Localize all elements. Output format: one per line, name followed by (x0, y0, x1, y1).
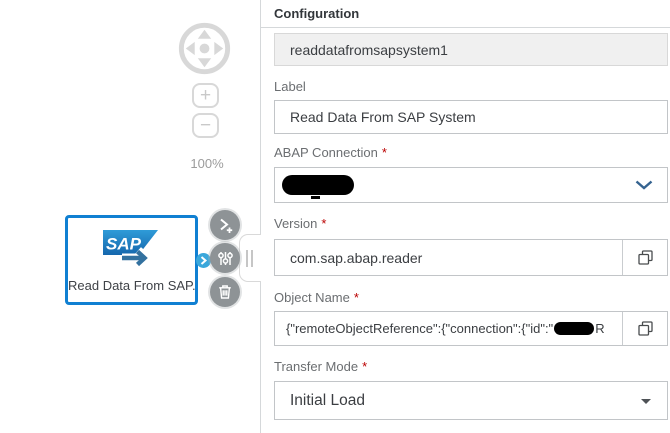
redacted-mark (311, 196, 320, 199)
panel-resize-handle[interactable] (239, 234, 261, 282)
grip-bar (251, 250, 253, 267)
grip-bar (246, 250, 248, 267)
operator-id-field: readdatafromsapsystem1 (274, 33, 668, 66)
copy-version-button[interactable] (622, 240, 667, 275)
output-port[interactable] (196, 253, 211, 268)
dropdown-caret-icon (641, 398, 651, 404)
transfer-mode-select[interactable]: Initial Load (274, 381, 668, 420)
label-field-label: Label (274, 79, 306, 94)
configuration-panel-header: Configuration (261, 0, 670, 28)
zoom-in-button[interactable]: + (192, 83, 219, 108)
abap-connection-label: ABAP Connection * (274, 145, 387, 160)
sap-logo-text: SAP (106, 235, 142, 254)
object-name-suffix: R (595, 321, 605, 336)
label-text: Transfer Mode (274, 359, 359, 374)
transfer-mode-value: Initial Load (290, 391, 365, 409)
required-marker: * (362, 359, 368, 374)
object-name-label: Object Name * (274, 290, 359, 305)
operator-node-read-data-from-sap[interactable]: SAP Read Data From SAP... (65, 215, 198, 305)
zoom-out-button[interactable]: − (192, 113, 219, 138)
configuration-panel: Configuration readdatafromsapsystem1 Lab… (260, 0, 670, 433)
abap-connection-select[interactable] (274, 167, 668, 203)
required-marker: * (353, 290, 359, 305)
redacted-connection-value (282, 175, 354, 195)
sliders-icon (217, 251, 233, 265)
panel-title: Configuration (274, 6, 360, 21)
required-marker: * (381, 145, 387, 160)
add-port-button[interactable] (210, 210, 240, 240)
label-text: Version (274, 216, 318, 231)
copy-icon (637, 250, 653, 265)
add-port-icon (219, 218, 232, 233)
label-input[interactable]: Read Data From SAP System (274, 100, 668, 134)
transfer-mode-label: Transfer Mode * (274, 359, 367, 374)
object-name-value: {"remoteObjectReference":{"connection":{… (275, 321, 622, 336)
operator-id-value: readdatafromsapsystem1 (290, 41, 448, 58)
delete-node-button[interactable] (210, 277, 240, 307)
label-text: Object Name (274, 290, 350, 305)
graph-canvas[interactable]: + − 100% SAP Read Data From SAP... (0, 0, 261, 433)
copy-object-name-button[interactable] (622, 312, 667, 345)
redacted-id-value (554, 322, 595, 335)
label-text: Label (274, 79, 306, 94)
chevron-down-icon (635, 180, 653, 190)
trash-icon (219, 285, 231, 299)
object-name-prefix: {"remoteObjectReference":{"connection":{… (286, 321, 554, 336)
version-value: com.sap.abap.reader (290, 249, 423, 266)
zoom-level: 100% (190, 156, 224, 171)
required-marker: * (321, 216, 327, 231)
pan-compass-icon[interactable] (176, 20, 233, 77)
version-field: com.sap.abap.reader (274, 239, 668, 276)
copy-icon (637, 321, 653, 336)
object-name-field[interactable]: {"remoteObjectReference":{"connection":{… (274, 311, 668, 346)
version-label: Version * (274, 216, 326, 231)
label-text: ABAP Connection (274, 145, 378, 160)
sap-logo-icon: SAP (102, 230, 158, 269)
node-label: Read Data From SAP... (68, 278, 195, 293)
chevron-right-icon (200, 256, 208, 265)
label-input-value: Read Data From SAP System (290, 109, 476, 125)
open-configuration-button[interactable] (210, 243, 240, 273)
